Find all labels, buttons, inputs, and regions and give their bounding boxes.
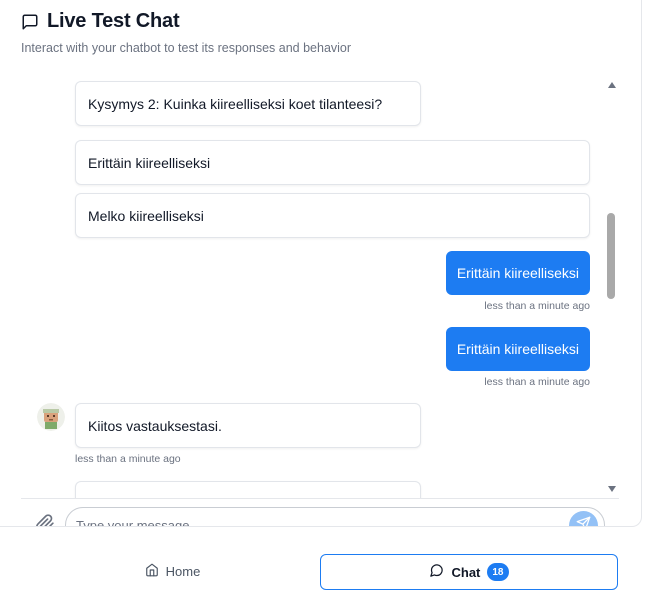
nav-chat-label: Chat: [451, 564, 481, 580]
chat-scrollbar[interactable]: [605, 75, 619, 498]
quick-reply-option[interactable]: Melko kiireelliseksi: [75, 193, 590, 238]
bottom-navigation: Home Chat 18: [0, 553, 648, 590]
home-icon: [145, 563, 159, 580]
bot-message-partial: [75, 481, 421, 498]
message-composer: [0, 500, 641, 526]
message-timestamp: less than a minute ago: [484, 300, 590, 312]
bot-message: Kiitos vastauksestasi.: [75, 403, 421, 448]
paperclip-icon[interactable]: [35, 514, 55, 526]
send-button[interactable]: [569, 511, 598, 526]
bot-avatar: [37, 403, 65, 431]
message-input[interactable]: [76, 508, 556, 526]
chat-header: Live Test Chat Interact with your chatbo…: [21, 10, 351, 55]
scrollbar-thumb[interactable]: [607, 213, 615, 299]
chat-card: Live Test Chat Interact with your chatbo…: [0, 0, 642, 527]
send-icon: [576, 516, 591, 526]
nav-home-button[interactable]: Home: [25, 553, 320, 589]
message-input-wrapper: [65, 507, 605, 526]
user-message: Erittäin kiireelliseksi: [445, 251, 590, 295]
nav-chat-button[interactable]: Chat 18: [320, 554, 618, 590]
message-list[interactable]: Kysymys 2: Kuinka kiireelliseksi koet ti…: [21, 75, 619, 499]
message-circle-icon: [429, 563, 444, 581]
nav-home-label: Home: [165, 563, 201, 579]
chat-count-badge: 18: [487, 563, 509, 581]
message-timestamp: less than a minute ago: [484, 376, 590, 388]
user-message: Erittäin kiireelliseksi: [445, 327, 590, 371]
scroll-down-arrow-icon[interactable]: [608, 486, 616, 492]
quick-reply-option[interactable]: Erittäin kiireelliseksi: [75, 140, 590, 185]
page-title: Live Test Chat: [47, 10, 180, 32]
message-timestamp: less than a minute ago: [75, 453, 181, 465]
bot-message-question: Kysymys 2: Kuinka kiireelliseksi koet ti…: [75, 81, 421, 126]
scroll-up-arrow-icon[interactable]: [608, 82, 616, 88]
page-subtitle: Interact with your chatbot to test its r…: [21, 41, 352, 55]
message-square-icon: [21, 13, 39, 31]
